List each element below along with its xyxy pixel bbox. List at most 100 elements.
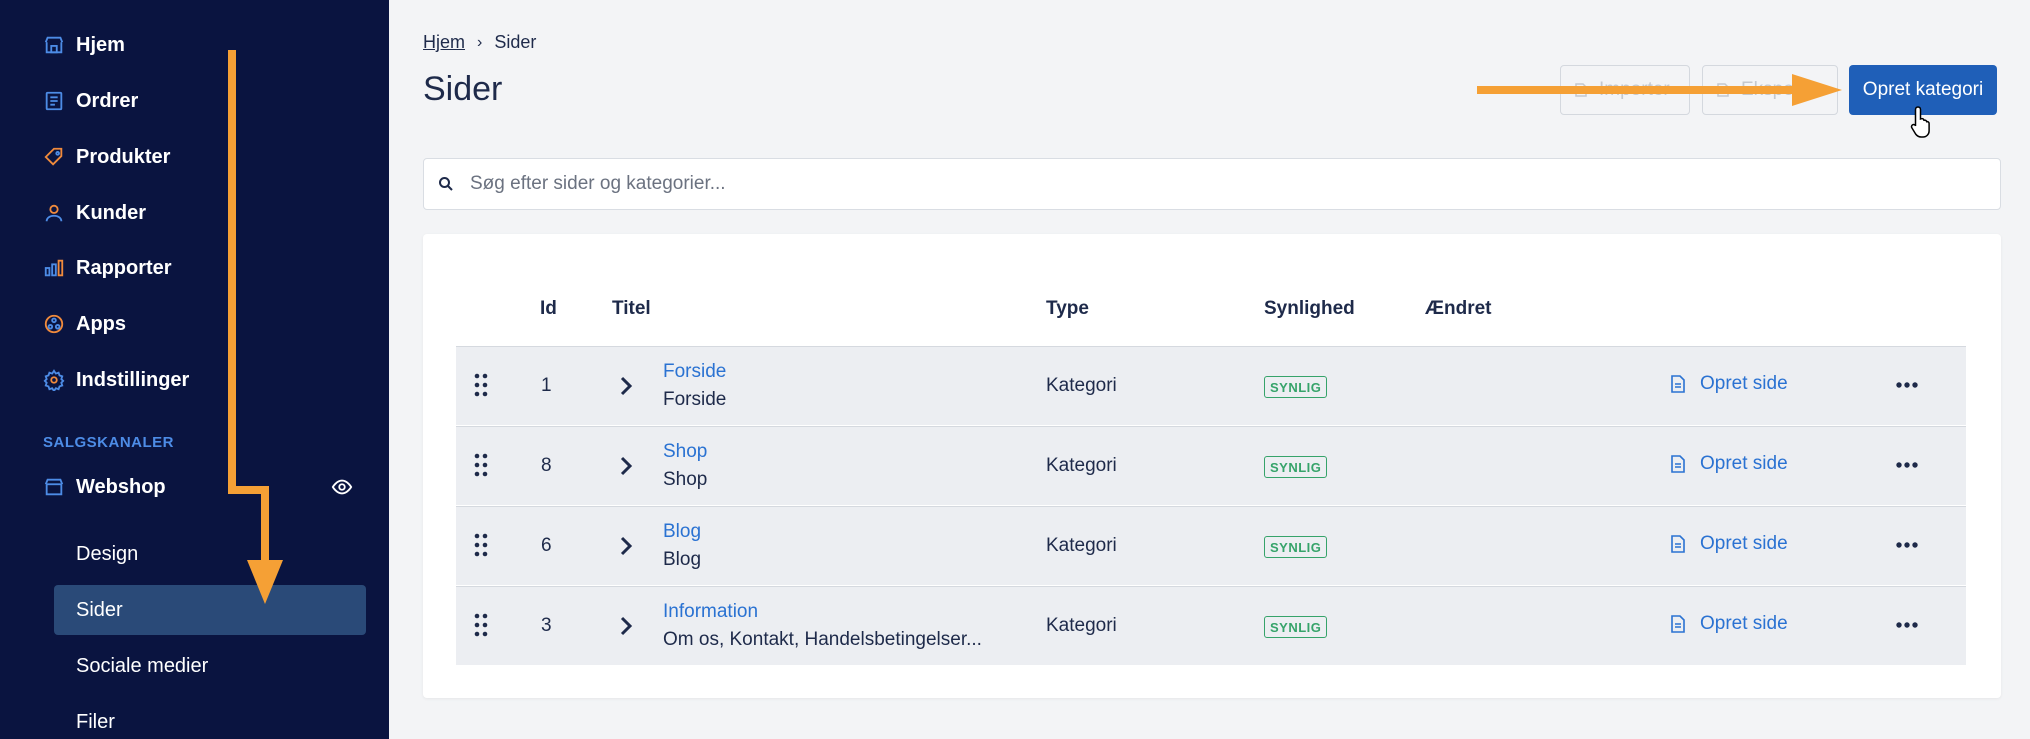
search-bar[interactable] bbox=[423, 158, 2001, 210]
sub-item-label: Sider bbox=[76, 598, 123, 621]
nav-item-webshop[interactable]: Webshop bbox=[42, 467, 166, 507]
more-options-icon[interactable] bbox=[1895, 381, 1919, 389]
row-title-link[interactable]: Information bbox=[663, 601, 758, 623]
create-category-label: Opret kategori bbox=[1862, 79, 1984, 100]
visibility-badge: SYNLIG bbox=[1264, 616, 1328, 638]
create-page-link[interactable]: Opret side bbox=[1670, 453, 1788, 475]
bar-chart-icon bbox=[42, 256, 66, 280]
row-subtitle: Forside bbox=[663, 389, 727, 410]
nav-item-ordrer[interactable]: Ordrer bbox=[42, 81, 138, 121]
eye-icon[interactable] bbox=[331, 476, 353, 498]
import-button[interactable]: Importer bbox=[1560, 65, 1690, 115]
person-icon bbox=[42, 201, 66, 225]
table-row[interactable]: 8 Shop Shop Kategori SYNLIG Opret side bbox=[456, 426, 1966, 505]
row-subtitle: Blog bbox=[663, 549, 702, 570]
search-icon bbox=[439, 177, 453, 191]
row-id: 1 bbox=[541, 375, 552, 396]
tag-icon bbox=[42, 145, 66, 169]
chevron-right-icon[interactable] bbox=[618, 375, 634, 397]
sub-item-label: Filer bbox=[76, 710, 115, 733]
row-title-link[interactable]: Forside bbox=[663, 361, 726, 383]
nav-label: Produkter bbox=[76, 145, 171, 168]
row-type: Kategori bbox=[1046, 615, 1117, 636]
nav-label: Rapporter bbox=[76, 256, 172, 279]
row-type: Kategori bbox=[1046, 535, 1117, 556]
pages-table-card: Id Titel Type Synlighed Ændret 1 Forside… bbox=[423, 234, 2001, 698]
main-content: Hjem › Sider Sider Importer Eksporter Op… bbox=[389, 0, 2030, 739]
create-page-link[interactable]: Opret side bbox=[1670, 613, 1788, 635]
create-page-label: Opret side bbox=[1700, 373, 1788, 394]
document-icon bbox=[1671, 615, 1685, 633]
chevron-right-icon: › bbox=[477, 33, 483, 51]
nav-label: Ordrer bbox=[76, 89, 139, 112]
more-options-icon[interactable] bbox=[1895, 461, 1919, 469]
create-page-label: Opret side bbox=[1700, 453, 1788, 474]
nav-item-rapporter[interactable]: Rapporter bbox=[42, 248, 172, 288]
column-header-changed[interactable]: Ændret bbox=[1425, 298, 1492, 320]
drag-handle-icon[interactable] bbox=[474, 453, 488, 477]
document-icon bbox=[1671, 455, 1685, 473]
sub-item-label: Sociale medier bbox=[76, 654, 209, 677]
chevron-right-icon[interactable] bbox=[618, 455, 634, 477]
breadcrumb-current: Sider bbox=[494, 32, 537, 52]
sidebar-item-design[interactable]: Design bbox=[54, 529, 366, 579]
column-header-id[interactable]: Id bbox=[540, 298, 557, 320]
nav-label: Apps bbox=[76, 312, 126, 335]
nav-label: Indstillinger bbox=[76, 368, 190, 391]
nav-label: Webshop bbox=[76, 475, 166, 498]
table-row[interactable]: 3 Information Om os, Kontakt, Handelsbet… bbox=[456, 586, 1966, 665]
create-page-label: Opret side bbox=[1700, 613, 1788, 634]
row-type: Kategori bbox=[1046, 375, 1117, 396]
store-icon bbox=[42, 33, 66, 57]
section-label-salgskanaler: SALGSKANALER bbox=[43, 434, 175, 451]
gear-icon bbox=[42, 368, 66, 392]
column-header-type[interactable]: Type bbox=[1046, 298, 1089, 320]
row-title-link[interactable]: Shop bbox=[663, 441, 707, 463]
row-title-link[interactable]: Blog bbox=[663, 521, 701, 543]
nav-item-hjem[interactable]: Hjem bbox=[42, 25, 125, 65]
create-page-link[interactable]: Opret side bbox=[1670, 533, 1788, 555]
sidebar-item-filer[interactable]: Filer bbox=[54, 697, 366, 739]
more-options-icon[interactable] bbox=[1895, 621, 1919, 629]
visibility-badge: SYNLIG bbox=[1264, 536, 1328, 558]
orders-icon bbox=[42, 89, 66, 113]
nav-label: Kunder bbox=[76, 201, 146, 224]
export-icon bbox=[1717, 83, 1729, 97]
more-options-icon[interactable] bbox=[1895, 541, 1919, 549]
document-icon bbox=[1671, 535, 1685, 553]
nav-item-apps[interactable]: Apps bbox=[42, 304, 126, 344]
apps-icon bbox=[42, 312, 66, 336]
nav-item-produkter[interactable]: Produkter bbox=[42, 137, 170, 177]
drag-handle-icon[interactable] bbox=[474, 613, 488, 637]
drag-handle-icon[interactable] bbox=[474, 533, 488, 557]
create-page-link[interactable]: Opret side bbox=[1670, 373, 1788, 395]
page-title: Sider bbox=[423, 70, 503, 108]
row-id: 8 bbox=[541, 455, 552, 476]
chevron-right-icon[interactable] bbox=[618, 615, 634, 637]
column-header-title[interactable]: Titel bbox=[612, 298, 651, 320]
import-label: Importer bbox=[1599, 79, 1670, 100]
sub-item-label: Design bbox=[76, 542, 139, 565]
export-label: Eksporter bbox=[1741, 79, 1823, 100]
drag-handle-icon[interactable] bbox=[474, 373, 488, 397]
row-subtitle: Om os, Kontakt, Handelsbetingelser... bbox=[663, 629, 982, 650]
webshop-icon bbox=[42, 475, 66, 499]
hand-cursor-icon bbox=[1910, 106, 1930, 138]
breadcrumb: Hjem › Sider bbox=[423, 32, 536, 53]
breadcrumb-home-link[interactable]: Hjem bbox=[423, 32, 465, 53]
table-row[interactable]: 1 Forside Forside Kategori SYNLIG Opret … bbox=[456, 346, 1966, 425]
sidebar: Hjem Ordrer Produkter Kunder Rapporter A… bbox=[0, 0, 389, 739]
nav-item-kunder[interactable]: Kunder bbox=[42, 193, 146, 233]
chevron-right-icon[interactable] bbox=[618, 535, 634, 557]
export-button[interactable]: Eksporter bbox=[1702, 65, 1838, 115]
create-page-label: Opret side bbox=[1700, 533, 1788, 554]
search-input[interactable] bbox=[470, 173, 1970, 195]
sidebar-item-sociale-medier[interactable]: Sociale medier bbox=[54, 641, 366, 691]
table-row[interactable]: 6 Blog Blog Kategori SYNLIG Opret side bbox=[456, 506, 1966, 585]
sidebar-item-sider[interactable]: Sider bbox=[54, 585, 366, 635]
nav-item-indstillinger[interactable]: Indstillinger bbox=[42, 360, 189, 400]
document-icon bbox=[1671, 375, 1685, 393]
table-header: Id Titel Type Synlighed Ændret bbox=[423, 292, 2001, 328]
visibility-badge: SYNLIG bbox=[1264, 456, 1328, 478]
column-header-visibility[interactable]: Synlighed bbox=[1264, 298, 1355, 320]
